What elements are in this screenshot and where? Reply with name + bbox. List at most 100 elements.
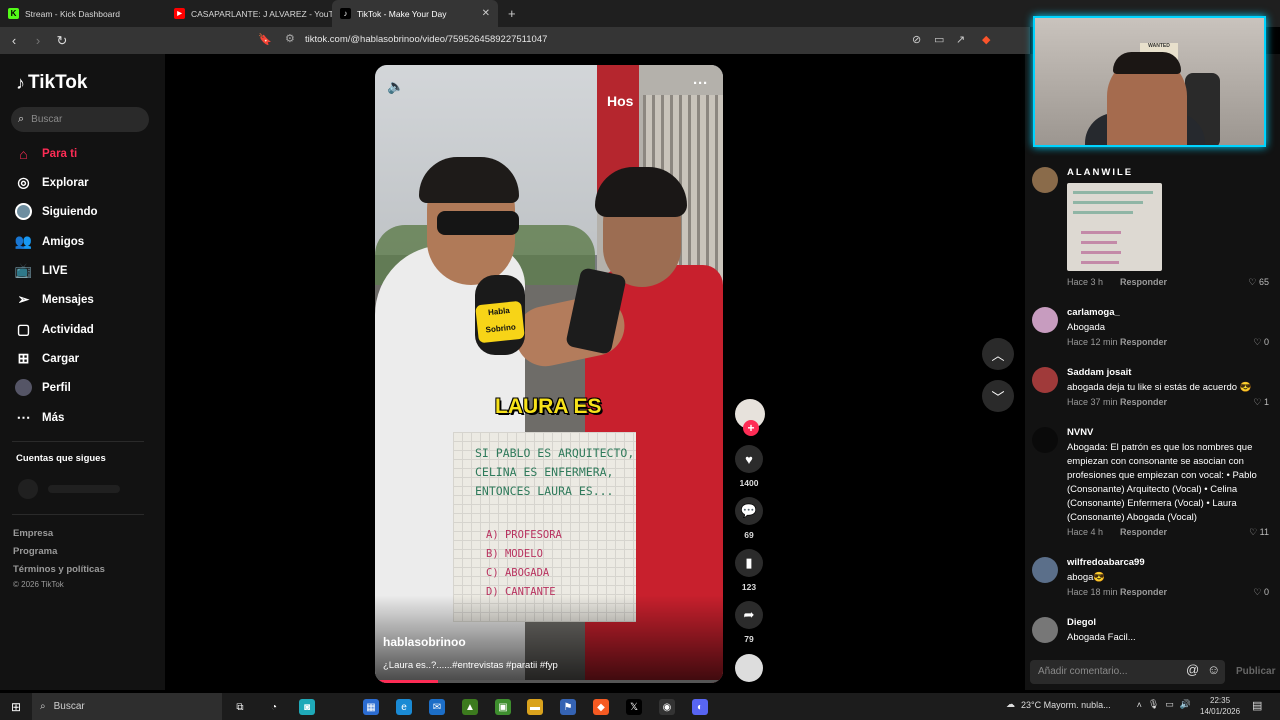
chevron-up-icon[interactable]: ˄ xyxy=(1137,700,1142,710)
obs-icon[interactable]: ◉ xyxy=(659,699,675,715)
comment-like[interactable]: ♡ 1 xyxy=(1253,397,1269,408)
clock[interactable]: 22:35 14/01/2026 xyxy=(1200,695,1240,717)
video-author[interactable]: hablasobrinoo xyxy=(383,635,466,649)
reload-icon[interactable]: ↻ xyxy=(52,33,72,49)
folder-icon[interactable]: ▬ xyxy=(527,699,543,715)
brave-shield-icon[interactable]: ◆ xyxy=(982,33,990,46)
comment-like[interactable]: ♡ 0 xyxy=(1253,587,1269,598)
nav-amigos[interactable]: 👥 Amigos xyxy=(15,233,84,250)
discord-icon[interactable]: ◐ xyxy=(692,699,708,715)
like-action[interactable]: ♥ 1400 xyxy=(728,445,770,488)
avatar[interactable] xyxy=(1032,167,1058,193)
nav-siguiendo[interactable]: Siguiendo xyxy=(15,203,98,220)
nvidia-icon[interactable]: ▲ xyxy=(462,699,478,715)
nav-perfil[interactable]: Perfil xyxy=(15,379,71,396)
publish-button[interactable]: Publicar xyxy=(1236,666,1275,677)
app-pin-icon[interactable]: ⚑ xyxy=(560,699,576,715)
comment-like[interactable]: ♡ 65 xyxy=(1248,277,1269,288)
more-options-icon[interactable]: ··· xyxy=(693,75,708,92)
nav-mas[interactable]: ⋯ Más xyxy=(15,409,65,426)
taskbar-search[interactable]: ⌕ Buscar xyxy=(32,693,222,720)
emoji-icon[interactable]: ☺ xyxy=(1207,662,1220,677)
speedometer-icon[interactable]: ◔ xyxy=(266,699,282,715)
tab-kick[interactable]: K Stream - Kick Dashboard xyxy=(0,0,166,27)
volume-icon[interactable]: 🔊 xyxy=(1180,699,1191,710)
app-icon[interactable]: ◙ xyxy=(299,699,315,715)
save-action[interactable]: ▮ 123 xyxy=(728,549,770,592)
bookmark-icon[interactable]: ▮ xyxy=(735,549,763,577)
microphone-icon[interactable]: 🎙 xyxy=(1148,699,1159,710)
follow-plus-icon[interactable]: + xyxy=(743,420,759,436)
footer-link-programa[interactable]: Programa xyxy=(13,546,57,557)
cast-icon[interactable]: ▭ xyxy=(934,33,944,46)
music-disc-icon[interactable] xyxy=(735,654,763,682)
reply-button[interactable]: Responder xyxy=(1120,337,1167,347)
share-action[interactable]: ➦ 79 xyxy=(728,601,770,644)
weather-icon[interactable]: ☁ xyxy=(1006,699,1015,710)
reply-button[interactable]: Responder xyxy=(1120,397,1167,407)
avatar[interactable] xyxy=(1032,617,1058,643)
comment-user[interactable]: carlamoga_ xyxy=(1067,307,1120,318)
tab-title: Stream - Kick Dashboard xyxy=(25,8,120,19)
back-icon[interactable]: ‹ xyxy=(4,33,24,48)
comment-action[interactable]: 💬 69 xyxy=(728,497,770,540)
comment-icon[interactable]: 💬 xyxy=(735,497,763,525)
search-placeholder: Buscar xyxy=(31,114,63,125)
avatar[interactable] xyxy=(1032,557,1058,583)
mail-icon[interactable]: ✉ xyxy=(429,699,445,715)
search-input[interactable]: ⌕ Buscar xyxy=(11,107,149,132)
tab-tiktok[interactable]: ♪ TikTok - Make Your Day ✕ xyxy=(332,0,498,27)
mention-icon[interactable]: @ xyxy=(1186,662,1199,677)
nav-actividad[interactable]: ▢ Actividad xyxy=(15,321,94,338)
comment-like[interactable]: ♡ 11 xyxy=(1249,527,1269,538)
comment-user[interactable]: wilfredoabarca99 xyxy=(1067,557,1145,568)
store-icon[interactable]: ▦ xyxy=(363,699,379,715)
next-video-button[interactable]: ﹀ xyxy=(982,380,1014,412)
reply-button[interactable]: Responder xyxy=(1120,587,1167,597)
heart-icon[interactable]: ♥ xyxy=(735,445,763,473)
notifications-icon[interactable]: ▤ xyxy=(1252,699,1262,712)
reply-button[interactable]: Responder xyxy=(1120,527,1167,537)
tiktok-logo[interactable]: ♪ TikTok xyxy=(16,72,87,94)
share-arrow-icon[interactable]: ➦ xyxy=(735,601,763,629)
bookmark-icon[interactable]: 🔖 xyxy=(258,33,272,46)
nav-cargar[interactable]: ⊞ Cargar xyxy=(15,350,79,367)
previous-video-button[interactable]: ︿ xyxy=(982,338,1014,370)
nav-mensajes[interactable]: ➢ Mensajes xyxy=(15,291,94,308)
tab-youtube[interactable]: ▶ CASAPARLANTE: J ALVAREZ - YouTub xyxy=(166,0,332,27)
footer-link-empresa[interactable]: Empresa xyxy=(13,528,53,539)
avatar[interactable] xyxy=(1032,307,1058,333)
comment-user[interactable]: Diegol xyxy=(1067,617,1096,628)
forward-icon[interactable]: › xyxy=(28,33,48,48)
close-tab-icon[interactable]: ✕ xyxy=(482,8,490,19)
weather-text[interactable]: 23°C Mayorm. nubla... xyxy=(1021,700,1111,710)
nav-para-ti[interactable]: ⌂ Para ti xyxy=(15,145,77,162)
volume-icon[interactable]: 🔈 xyxy=(387,78,404,95)
network-icon[interactable]: ▭ xyxy=(1165,699,1174,710)
comment-user[interactable]: ALANWILE xyxy=(1067,167,1133,178)
x-icon[interactable]: 𝕏 xyxy=(626,699,642,715)
edge-icon[interactable]: e xyxy=(396,699,412,715)
new-tab-button[interactable]: + xyxy=(508,6,516,21)
minecraft-icon[interactable]: ▣ xyxy=(495,699,511,715)
video-progress-bar[interactable] xyxy=(375,680,723,683)
nav-explorar[interactable]: ◎ Explorar xyxy=(15,174,88,191)
video-player[interactable]: Hos Habla Sobrino LAURA ES SI PABLO ES A… xyxy=(375,65,723,683)
reply-button[interactable]: Responder xyxy=(1120,277,1167,287)
site-info-icon[interactable]: ⚙ xyxy=(285,32,295,45)
avatar[interactable] xyxy=(1032,367,1058,393)
task-view-icon[interactable]: ⧉ xyxy=(232,699,248,715)
brave-icon[interactable]: ◆ xyxy=(593,699,609,715)
share-icon[interactable]: ↗ xyxy=(956,33,965,46)
comment-user[interactable]: Saddam josait xyxy=(1067,367,1131,378)
avatar[interactable] xyxy=(1032,427,1058,453)
nav-live[interactable]: 📺 LIVE xyxy=(15,262,68,279)
comment-image[interactable] xyxy=(1067,183,1162,271)
comment-text: Abogada Facil... xyxy=(1067,632,1136,643)
url-field[interactable]: tiktok.com/@hablasobrinoo/video/75952645… xyxy=(305,34,547,45)
translate-icon[interactable]: ⊘ xyxy=(912,33,921,46)
comment-like[interactable]: ♡ 0 xyxy=(1253,337,1269,348)
footer-link-terminos[interactable]: Términos y políticas xyxy=(13,564,105,575)
comment-user[interactable]: NVNV xyxy=(1067,427,1093,438)
windows-start-icon[interactable]: ⊞ xyxy=(0,693,32,720)
